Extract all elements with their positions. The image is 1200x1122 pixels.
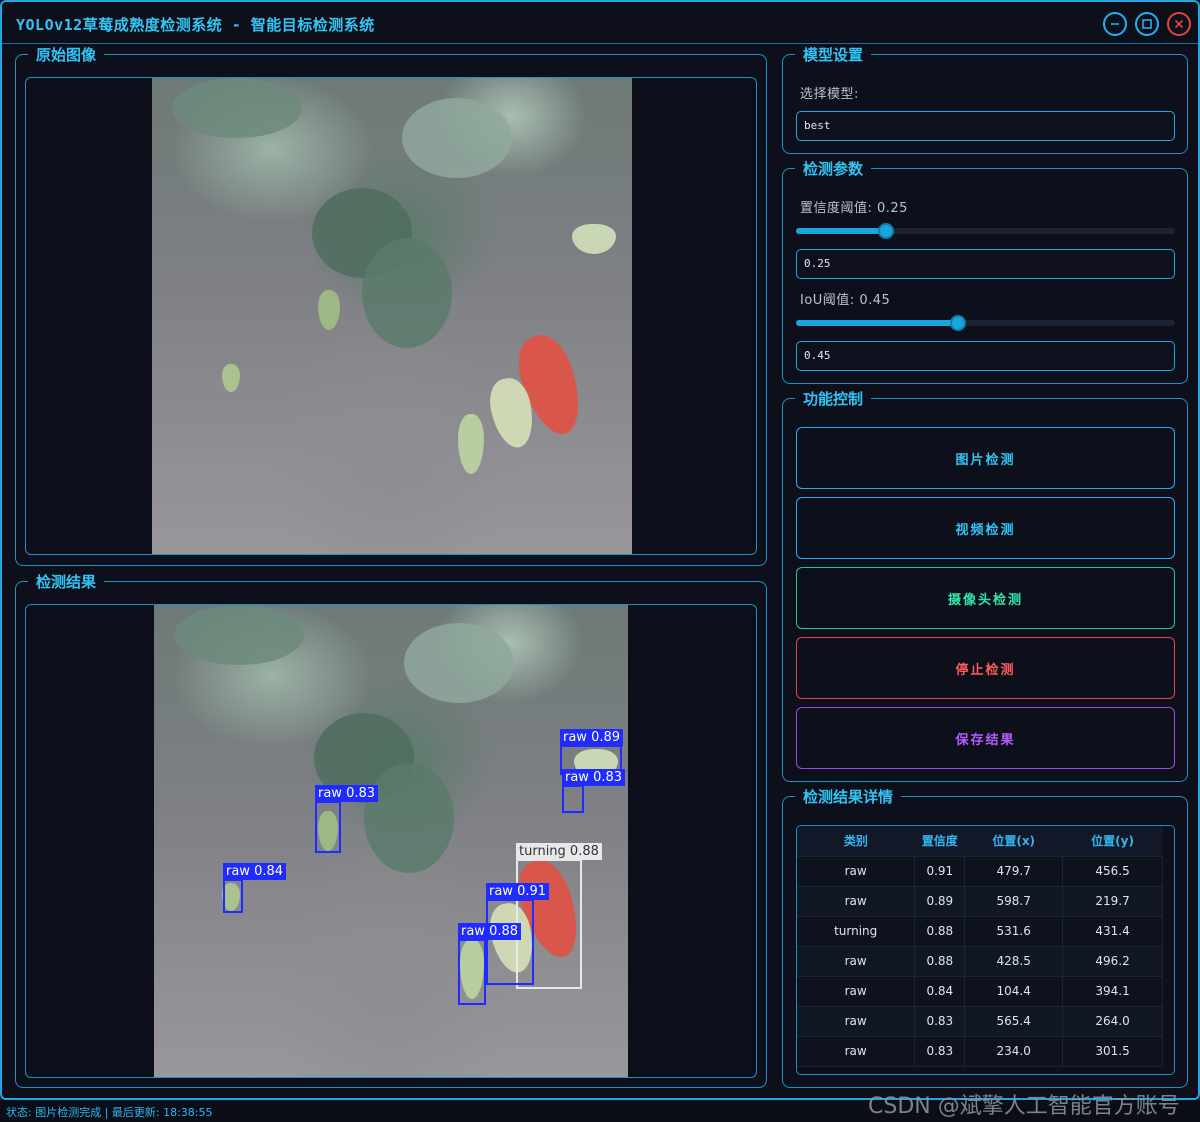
table-cell: 565.4 [964, 1006, 1064, 1037]
confidence-slider-handle[interactable] [878, 223, 894, 239]
table-cell: raw [797, 946, 916, 977]
close-icon [1174, 19, 1184, 29]
detection-box: raw 0.83 [562, 769, 626, 813]
column-header[interactable]: 类别 [797, 826, 915, 857]
detection-label: raw 0.84 [223, 863, 287, 880]
maximize-button[interactable] [1135, 12, 1159, 36]
minimize-button[interactable] [1103, 12, 1127, 36]
close-button[interactable] [1167, 12, 1191, 36]
detection-details-title: 检测结果详情 [795, 787, 902, 807]
minimize-icon [1111, 23, 1119, 25]
model-select-label: 选择模型: [800, 87, 859, 102]
model-select[interactable]: best [796, 111, 1175, 141]
table-row[interactable]: raw 0.88 428.5 496.2 [797, 946, 1163, 977]
table-cell: 431.4 [1062, 916, 1163, 947]
table-cell: 428.5 [964, 946, 1064, 977]
table-cell: 0.88 [914, 946, 966, 977]
confidence-threshold-label: 置信度阈值: 0.25 [800, 201, 908, 216]
column-header[interactable]: 位置(x) [964, 826, 1063, 857]
table-cell: raw [797, 1006, 916, 1037]
table-row[interactable]: raw 0.89 598.7 219.7 [797, 886, 1163, 917]
watermark: CSDN @斌擎人工智能官方账号 [868, 1094, 1180, 1119]
confidence-slider-fill [796, 228, 886, 234]
original-image-group: 原始图像 [15, 45, 767, 566]
original-image-title: 原始图像 [28, 45, 105, 65]
table-cell: raw [797, 1036, 916, 1067]
table-cell: raw [797, 976, 916, 1007]
save-result-button[interactable]: 保存结果 [796, 707, 1175, 769]
iou-slider[interactable] [796, 315, 1175, 331]
column-header[interactable]: 位置(y) [1062, 826, 1163, 857]
table-cell: 394.1 [1062, 976, 1163, 1007]
status-bar: 状态: 图片检测完成 | 最后更新: 18:38:55 [6, 1106, 213, 1119]
result-strawberry-image [154, 605, 628, 1077]
table-cell: 0.83 [914, 1036, 966, 1067]
original-strawberry-image [152, 78, 632, 554]
detection-label: raw 0.83 [315, 785, 379, 802]
result-image-frame: raw 0.89 raw 0.83 raw 0.83 turning 0.88 … [25, 604, 757, 1078]
iou-slider-handle[interactable] [950, 315, 966, 331]
detection-params-title: 检测参数 [795, 159, 872, 179]
table-cell: 0.84 [914, 976, 966, 1007]
table-cell: 219.7 [1062, 886, 1163, 917]
table-cell: 496.2 [1062, 946, 1163, 977]
table-cell: 0.88 [914, 916, 966, 947]
table-cell: 531.6 [964, 916, 1064, 947]
table-cell: 0.91 [914, 856, 966, 887]
table-cell: 0.89 [914, 886, 966, 917]
model-settings-title: 模型设置 [795, 45, 872, 65]
image-detect-button[interactable]: 图片检测 [796, 427, 1175, 489]
detection-box: raw 0.84 [223, 863, 287, 913]
table-cell: 456.5 [1062, 856, 1163, 887]
table-header-row: 类别 置信度 位置(x) 位置(y) [797, 826, 1163, 857]
table-row[interactable]: raw 0.91 479.7 456.5 [797, 856, 1163, 887]
video-detect-button[interactable]: 视频检测 [796, 497, 1175, 559]
detection-details-group: 检测结果详情 类别 置信度 位置(x) 位置(y) raw 0.91 479.7 45… [782, 787, 1188, 1088]
function-control-group: 功能控制 图片检测 视频检测 摄像头检测 停止检测 保存结果 [782, 389, 1188, 782]
title-bar[interactable]: YOLOv12草莓成熟度检测系统 - 智能目标检测系统 [2, 2, 1198, 44]
detection-label: raw 0.88 [458, 923, 522, 940]
table-cell: 598.7 [964, 886, 1064, 917]
detection-box: raw 0.88 [458, 923, 522, 1005]
main-window: YOLOv12草莓成熟度检测系统 - 智能目标检测系统 原始图像 检测结果 ra… [0, 0, 1200, 1100]
table-cell: 264.0 [1062, 1006, 1163, 1037]
detection-label: turning 0.88 [516, 843, 602, 860]
detection-label: raw 0.91 [486, 883, 550, 900]
column-header[interactable]: 置信度 [914, 826, 965, 857]
table-cell: raw [797, 856, 916, 887]
table-cell: 301.5 [1062, 1036, 1163, 1067]
camera-detect-button[interactable]: 摄像头检测 [796, 567, 1175, 629]
iou-input[interactable]: 0.45 [796, 341, 1175, 371]
detection-details-table[interactable]: 类别 置信度 位置(x) 位置(y) raw 0.91 479.7 456.5 raw 0… [796, 825, 1175, 1075]
detection-result-group: 检测结果 raw 0.89 raw 0.83 raw 0.83 turning … [15, 572, 767, 1088]
maximize-icon [1142, 19, 1152, 29]
table-row[interactable]: raw 0.83 234.0 301.5 [797, 1036, 1163, 1067]
detection-params-group: 检测参数 置信度阈值: 0.25 0.25 IoU阈值: 0.45 0.45 [782, 159, 1188, 384]
table-row[interactable]: raw 0.83 565.4 264.0 [797, 1006, 1163, 1037]
iou-threshold-label: IoU阈值: 0.45 [800, 293, 891, 308]
table-cell: 479.7 [964, 856, 1064, 887]
iou-slider-fill [796, 320, 958, 326]
stop-detect-button[interactable]: 停止检测 [796, 637, 1175, 699]
detection-box: raw 0.91 [486, 883, 550, 985]
table-row[interactable]: raw 0.84 104.4 394.1 [797, 976, 1163, 1007]
detection-label: raw 0.83 [562, 769, 626, 786]
confidence-input[interactable]: 0.25 [796, 249, 1175, 279]
table-cell: raw [797, 886, 916, 917]
window-title: YOLOv12草莓成熟度检测系统 - 智能目标检测系统 [16, 16, 375, 34]
table-row[interactable]: turning 0.88 531.6 431.4 [797, 916, 1163, 947]
table-cell: turning [797, 916, 916, 947]
confidence-slider[interactable] [796, 223, 1175, 239]
table-cell: 0.83 [914, 1006, 966, 1037]
detection-result-title: 检测结果 [28, 572, 105, 592]
detection-box: raw 0.83 [315, 785, 379, 853]
detection-label: raw 0.89 [560, 729, 624, 746]
function-control-title: 功能控制 [795, 389, 872, 409]
table-cell: 234.0 [964, 1036, 1064, 1067]
model-settings-group: 模型设置 选择模型: best [782, 45, 1188, 154]
original-image-frame [25, 77, 757, 555]
table-cell: 104.4 [964, 976, 1064, 1007]
